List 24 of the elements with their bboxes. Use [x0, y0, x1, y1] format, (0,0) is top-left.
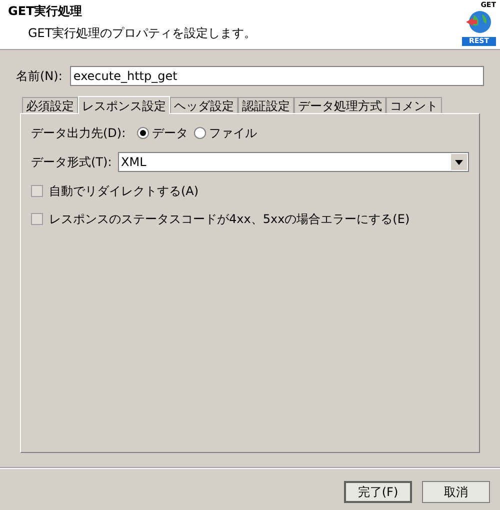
format-label: データ形式(T): [31, 154, 113, 171]
tab[interactable]: レスポンス設定 [78, 96, 170, 114]
radio-label: データ [152, 125, 188, 142]
radio-label: ファイル [209, 125, 257, 142]
radio-button[interactable] [137, 127, 149, 139]
tab[interactable]: コメント [386, 97, 442, 113]
tab[interactable]: データ処理方式 [294, 97, 386, 113]
header-subtitle: GET実行処理のプロパティを設定します。 [27, 25, 256, 42]
checkbox-label: 自動でリダイレクトする(A) [49, 183, 199, 200]
output-label: データ出力先(D): [31, 125, 127, 142]
dialog-button[interactable]: 取消 [422, 481, 490, 503]
tab[interactable]: ヘッダ設定 [170, 97, 238, 113]
tab[interactable]: 必須設定 [22, 97, 78, 113]
name-field[interactable]: execute_http_get [70, 66, 484, 86]
format-dropdown[interactable]: XML [118, 152, 469, 172]
tab[interactable]: 認証設定 [238, 97, 294, 113]
header-title: GET実行処理 [8, 3, 84, 20]
checkbox-label: レスポンスのステータスコードが4xx、5xxの場合エラーにする(E) [49, 211, 410, 228]
checkbox[interactable] [31, 213, 43, 225]
name-label: 名前(N): [16, 68, 62, 85]
dialog-button[interactable]: 完了(F) [344, 481, 412, 503]
radio-button[interactable] [194, 127, 206, 139]
checkbox[interactable] [31, 185, 43, 197]
globe-icon [466, 10, 492, 34]
